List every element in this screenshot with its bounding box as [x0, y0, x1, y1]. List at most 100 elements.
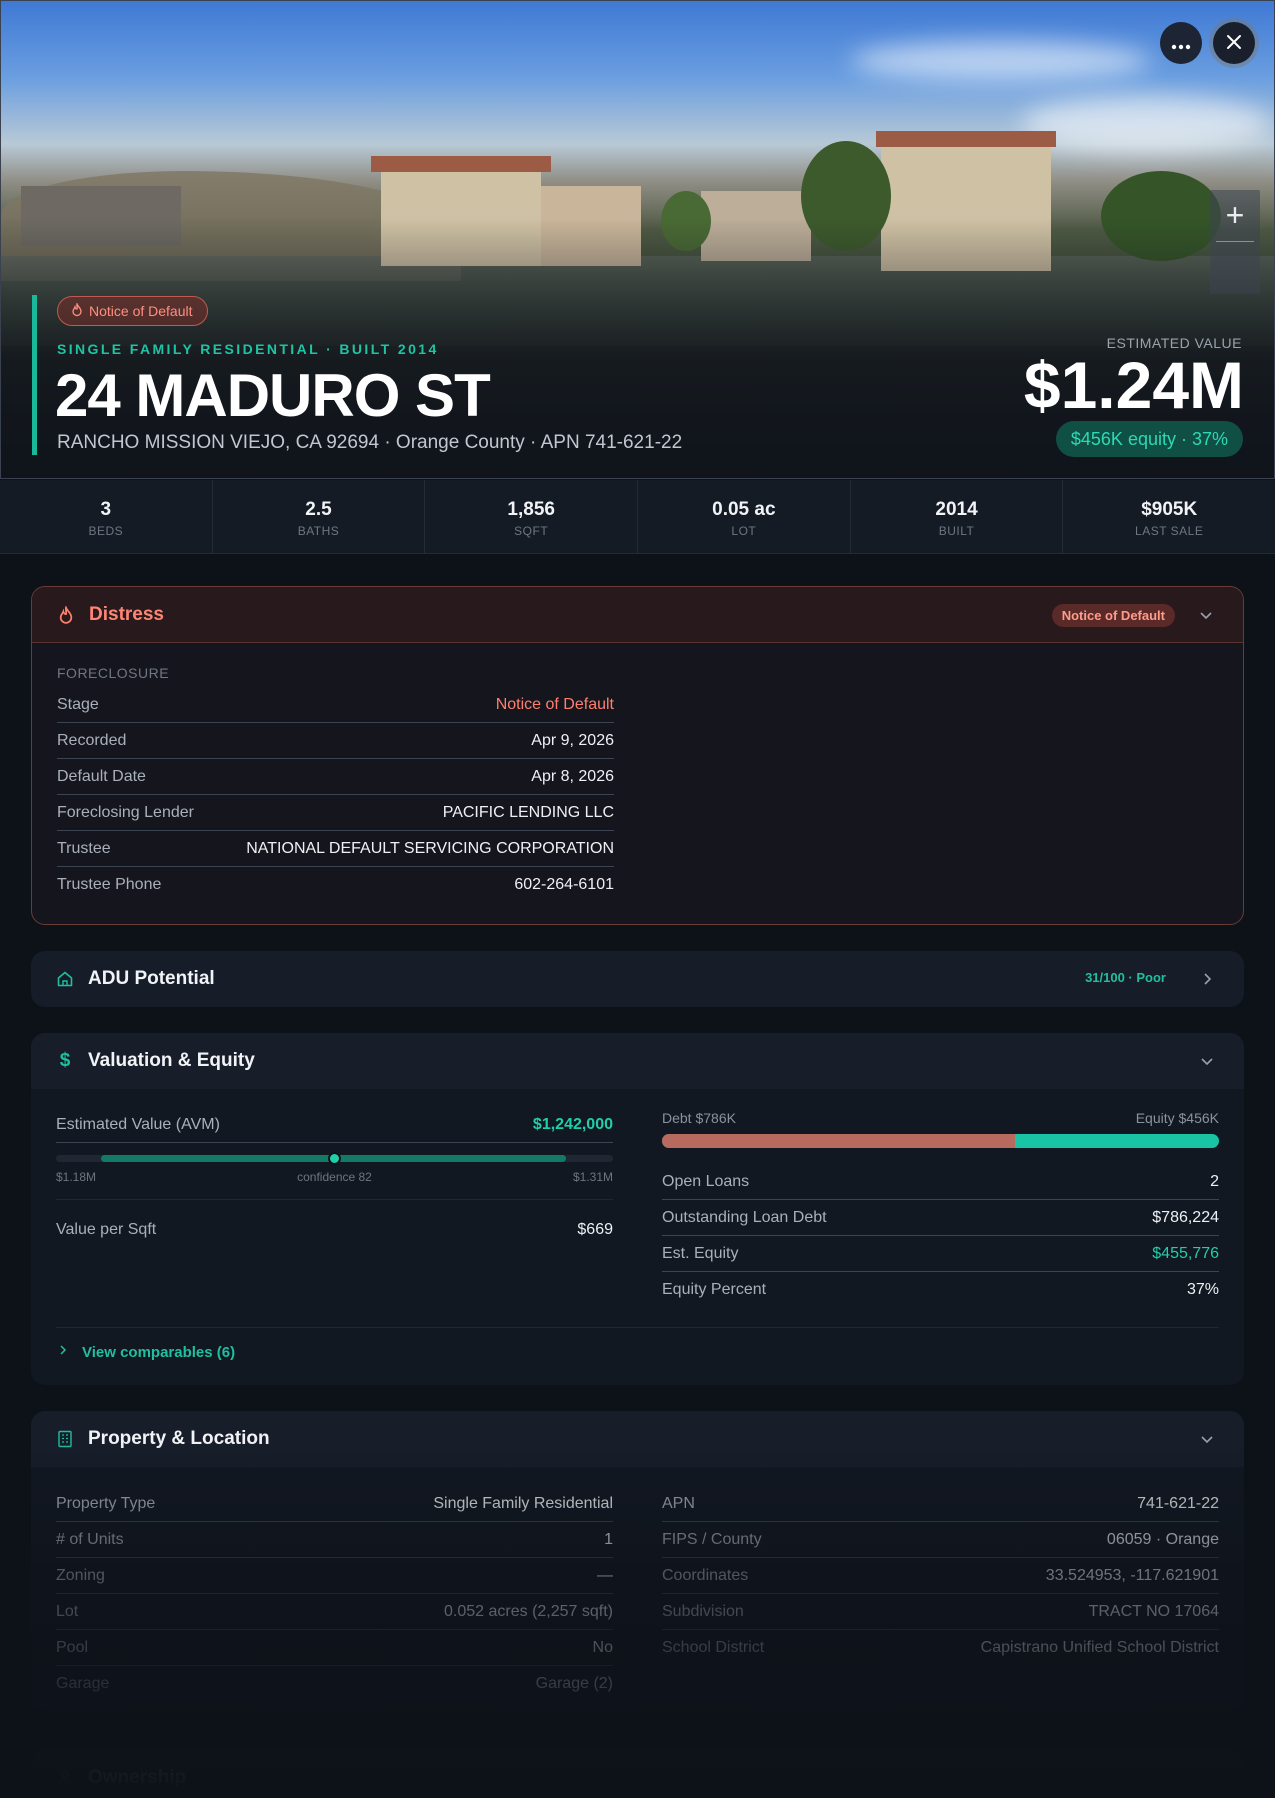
distress-card: Distress Notice of Default FORECLOSURE S… [31, 586, 1244, 925]
row-key: Value per Sqft [56, 1221, 157, 1238]
loan-row: Est. Equity $455,776 [662, 1236, 1219, 1272]
stat-value: 0.05 ac [712, 499, 776, 520]
row-key: Pool [56, 1638, 89, 1656]
row-value: Single Family Residential [433, 1494, 613, 1512]
property-subline: RANCHO MISSION VIEJO, CA 92694 · Orange … [57, 432, 683, 453]
row-value: Capistrano Unified School District [980, 1639, 1219, 1656]
confidence-label: confidence 82 [297, 1170, 372, 1184]
divider [1216, 241, 1254, 242]
roof [876, 131, 1056, 147]
row-value: TRACT NO 17064 [1088, 1602, 1219, 1620]
ownership-title: Ownership [88, 1767, 187, 1788]
ownership-card-header[interactable]: Ownership [31, 1750, 1244, 1798]
chevron-down-icon[interactable] [1197, 606, 1215, 624]
close-button[interactable] [1213, 22, 1255, 64]
value-per-sqft-row: Value per Sqft $669 [56, 1212, 613, 1248]
property-kicker: SINGLE FAMILY RESIDENTIAL · BUILT 2014 [57, 341, 439, 357]
valuation-card-header[interactable]: $ Valuation & Equity [31, 1033, 1244, 1089]
chevron-right-icon[interactable] [1198, 970, 1216, 988]
zoom-control: + [1210, 190, 1260, 294]
range-high: $1.31M [572, 1170, 613, 1184]
location-row: School District Capistrano Unified School… [662, 1630, 1219, 1666]
row-key: Default Date [57, 767, 146, 785]
ownership-card[interactable]: Ownership [31, 1750, 1244, 1798]
stat-sqft: 1,856 SQFT [425, 480, 639, 553]
more-dots-icon [1171, 30, 1191, 56]
row-key: Trustee [57, 839, 111, 857]
valuation-title: Valuation & Equity [88, 1050, 255, 1071]
view-comparables-link[interactable]: View comparables (6) [56, 1343, 235, 1362]
row-key: Lot [56, 1602, 79, 1620]
location-row: Subdivision TRACT NO 17064 [662, 1594, 1219, 1630]
row-value: 37% [1186, 1281, 1219, 1298]
row-key: Equity Percent [662, 1281, 767, 1298]
stat-last-sale: $905K LAST SALE [1063, 480, 1275, 553]
row-value: 0.052 acres (2,257 sqft) [444, 1602, 613, 1620]
stat-built: 2014 BUILT [851, 480, 1064, 553]
row-key: Recorded [57, 731, 127, 749]
chevron-down-icon[interactable] [1198, 1430, 1216, 1448]
row-value: 2 [1210, 1172, 1219, 1190]
key-stats-bar: 3 BEDS 2.5 BATHS 1,856 SQFT 0.05 ac LOT 2014… [0, 480, 1275, 554]
avm-range-track [56, 1152, 613, 1165]
chevron-right-icon [56, 1343, 70, 1362]
property-card-header[interactable]: Property & Location [31, 1411, 1244, 1467]
chevron-down-icon[interactable] [1198, 1052, 1216, 1070]
home-icon [55, 969, 75, 989]
debt-equity-bar [662, 1134, 1219, 1148]
foreclosure-row: Stage Notice of Default [57, 687, 614, 723]
row-value: $455,776 [1152, 1244, 1219, 1262]
equity-label: Equity $456K [1135, 1110, 1219, 1126]
stat-value: 2014 [935, 499, 978, 520]
row-key: Coordinates [662, 1566, 749, 1584]
stat-baths: 2.5 BATHS [213, 480, 426, 553]
stat-label: BATHS [297, 524, 340, 538]
more-options-button[interactable] [1160, 22, 1202, 64]
loan-row: Equity Percent 37% [662, 1272, 1219, 1308]
distress-card-header[interactable]: Distress Notice of Default [32, 587, 1243, 643]
row-value: NATIONAL DEFAULT SERVICING CORPORATION [246, 839, 614, 857]
foreclosure-section-label: FORECLOSURE [57, 665, 170, 681]
roof [371, 156, 551, 172]
status-badge: Notice of Default [57, 296, 208, 326]
view-comparables-label: View comparables (6) [82, 1344, 236, 1361]
plus-icon: + [1225, 196, 1245, 233]
divider [56, 1327, 1219, 1328]
dollar-icon: $ [59, 1050, 71, 1071]
stat-label: LAST SALE [1135, 524, 1204, 538]
row-value: 06059 · Orange [1106, 1530, 1219, 1548]
row-key: Foreclosing Lender [57, 803, 194, 821]
row-key: APN [662, 1494, 695, 1512]
adu-potential-card[interactable]: ADU Potential 31/100 · Poor [31, 951, 1244, 1007]
loan-row: Outstanding Loan Debt $786,224 [662, 1200, 1219, 1236]
status-badge-label: Notice of Default [89, 303, 193, 319]
row-key: Stage [57, 695, 99, 713]
building-icon [55, 1429, 75, 1449]
row-key: Outstanding Loan Debt [662, 1208, 827, 1226]
row-key: Trustee Phone [57, 876, 162, 893]
hero-street-view: + Notice of Default SINGLE FAMILY RESIDE… [0, 0, 1275, 479]
stat-value: 3 [100, 499, 112, 520]
property-location-card: Property & Location Property Type Single … [31, 1411, 1244, 1711]
property-row: Garage Garage (2) [56, 1666, 613, 1702]
row-value: PACIFIC LENDING LLC [442, 803, 614, 821]
foreclosure-row: Default Date Apr 8, 2026 [57, 759, 614, 795]
loan-row: Open Loans 2 [662, 1164, 1219, 1200]
avm-estimate-marker [327, 1152, 341, 1165]
divider [56, 1199, 613, 1200]
row-value: 602-264-6101 [514, 876, 614, 893]
row-key: FIPS / County [662, 1530, 762, 1548]
stat-value: $905K [1141, 499, 1198, 520]
row-value: Apr 8, 2026 [531, 767, 614, 785]
row-key: Subdivision [662, 1602, 744, 1620]
row-key: Est. Equity [662, 1244, 739, 1262]
avm-row: Estimated Value (AVM) $1,242,000 [56, 1107, 613, 1143]
stat-label: BUILT [938, 524, 975, 538]
distress-badge: Notice of Default [1051, 604, 1175, 627]
estimated-value: $1.24M [1023, 348, 1244, 422]
debt-label: Debt $786K [662, 1110, 736, 1126]
row-value: 33.524953, -117.621901 [1045, 1566, 1219, 1584]
close-icon [1226, 30, 1242, 56]
zoom-in-button[interactable]: + [1210, 190, 1260, 240]
adu-card-header[interactable]: ADU Potential 31/100 · Poor [31, 951, 1244, 1007]
